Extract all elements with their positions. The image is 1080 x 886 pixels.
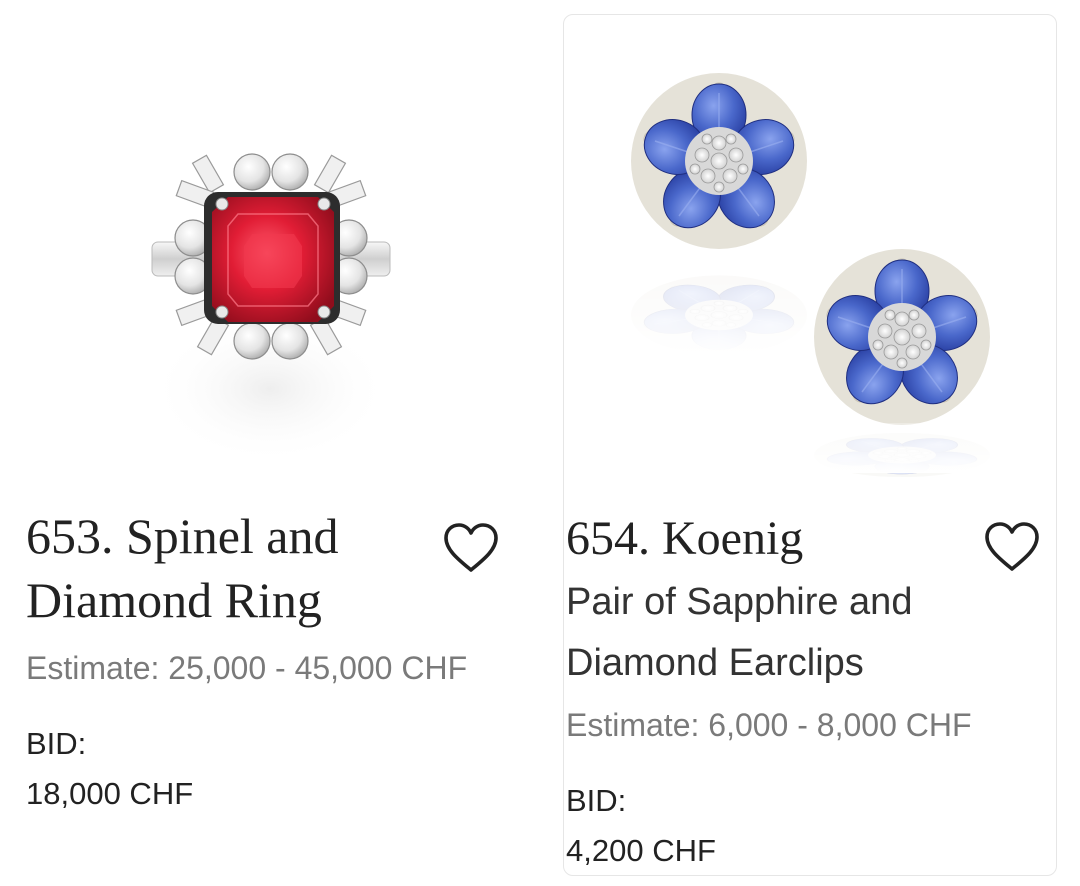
current-bid-value: 18,000 CHF: [26, 776, 194, 811]
lot-card-654[interactable]: 654. Koenig Pair of Sapphire and Diamond…: [563, 14, 1057, 876]
lot-estimate: Estimate: 6,000 - 8,000 CHF: [566, 707, 972, 743]
lot-card-653[interactable]: 653. Spinel and Diamond Ring Estimate: 2…: [0, 14, 542, 880]
favorite-button[interactable]: [982, 520, 1042, 576]
bid-label: BID:: [566, 783, 627, 818]
current-bid-value: 4,200 CHF: [566, 833, 716, 868]
favorite-button[interactable]: [441, 521, 501, 577]
lot-subtitle[interactable]: Pair of Sapphire and Diamond Earclips: [566, 572, 986, 694]
heart-outline-icon: [985, 522, 1039, 571]
lot-estimate: Estimate: 25,000 - 45,000 CHF: [26, 650, 468, 686]
lot-image-spinel-ring[interactable]: [0, 14, 542, 484]
lot-title[interactable]: 653. Spinel and Diamond Ring: [26, 504, 426, 632]
heart-outline-icon: [444, 523, 498, 572]
bid-label: BID:: [26, 726, 87, 761]
lot-image-sapphire-earclips[interactable]: [564, 15, 1056, 485]
lot-title[interactable]: 654. Koenig: [566, 509, 946, 569]
